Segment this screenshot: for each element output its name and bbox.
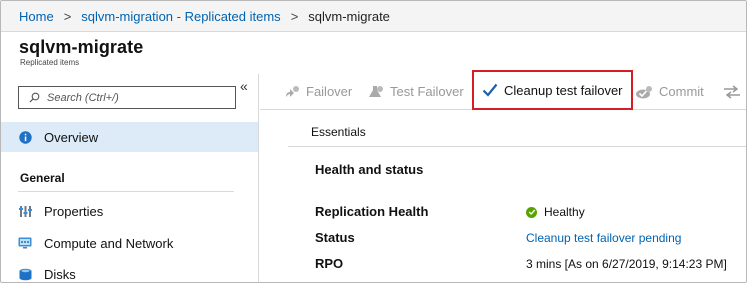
info-icon [18, 130, 32, 144]
status-link[interactable]: Cleanup test failover pending [526, 231, 681, 245]
breadcrumb-replicated-items[interactable]: sqlvm-migration - Replicated items [81, 9, 280, 24]
chevron-right-icon: > [63, 8, 72, 24]
breadcrumb-current: sqlvm-migrate [308, 8, 390, 24]
commit-button[interactable]: Commit [635, 74, 704, 110]
section-divider [18, 191, 234, 192]
health-status-heading: Health and status [315, 162, 424, 177]
replication-health-value: Healthy [526, 205, 585, 219]
status-value: Cleanup test failover pending [526, 231, 681, 245]
failover-button[interactable]: Failover [284, 74, 352, 110]
test-failover-button[interactable]: Test Failover [368, 74, 464, 110]
essentials-toggle[interactable]: Essentials [311, 125, 366, 139]
replication-health-label: Replication Health [315, 204, 429, 219]
window-frame: Home > sqlvm-migration - Replicated item… [0, 0, 747, 283]
search-icon [29, 92, 40, 103]
sidebar-item-label: Overview [44, 129, 99, 145]
sidebar-item-label: Properties [44, 203, 104, 219]
search-input[interactable]: Search (Ctrl+/) [18, 86, 236, 109]
command-bar: Failover Test Failover Cleanup test fail… [260, 70, 746, 110]
checkmark-icon [482, 83, 498, 97]
page-subtitle: Replicated items [20, 58, 80, 67]
sidebar-item-label: Compute and Network [44, 235, 174, 251]
sidebar-item-disks[interactable]: Disks [1, 259, 258, 282]
commit-icon [635, 85, 653, 99]
rpo-label: RPO [315, 256, 344, 271]
sidebar-item-compute-and-network[interactable]: Compute and Network [1, 228, 258, 258]
healthy-check-icon [526, 206, 537, 218]
failover-icon [284, 85, 300, 99]
search-placeholder: Search (Ctrl+/) [47, 91, 119, 104]
collapse-menu-button[interactable]: « [240, 78, 248, 94]
sidebar-item-overview[interactable]: Overview [1, 122, 258, 152]
breadcrumb-home[interactable]: Home [19, 9, 54, 24]
page-title: sqlvm-migrate [19, 37, 144, 57]
disks-icon [18, 267, 32, 281]
chevron-right-icon: > [290, 8, 299, 24]
sidebar-item-label: Disks [44, 266, 76, 282]
rpo-value: 3 mins [As on 6/27/2019, 9:14:23 PM] [526, 257, 727, 271]
essentials-divider [288, 146, 746, 147]
breadcrumb: Home > sqlvm-migration - Replicated item… [1, 1, 746, 32]
swap-arrows-icon[interactable] [723, 74, 741, 110]
properties-icon [18, 204, 32, 218]
section-heading-general: General [20, 171, 65, 185]
compute-network-icon [18, 236, 32, 250]
sidebar-item-properties[interactable]: Properties [1, 196, 258, 226]
test-failover-icon [368, 85, 384, 99]
status-label: Status [315, 230, 355, 245]
cleanup-test-failover-button[interactable]: Cleanup test failover [472, 70, 633, 110]
